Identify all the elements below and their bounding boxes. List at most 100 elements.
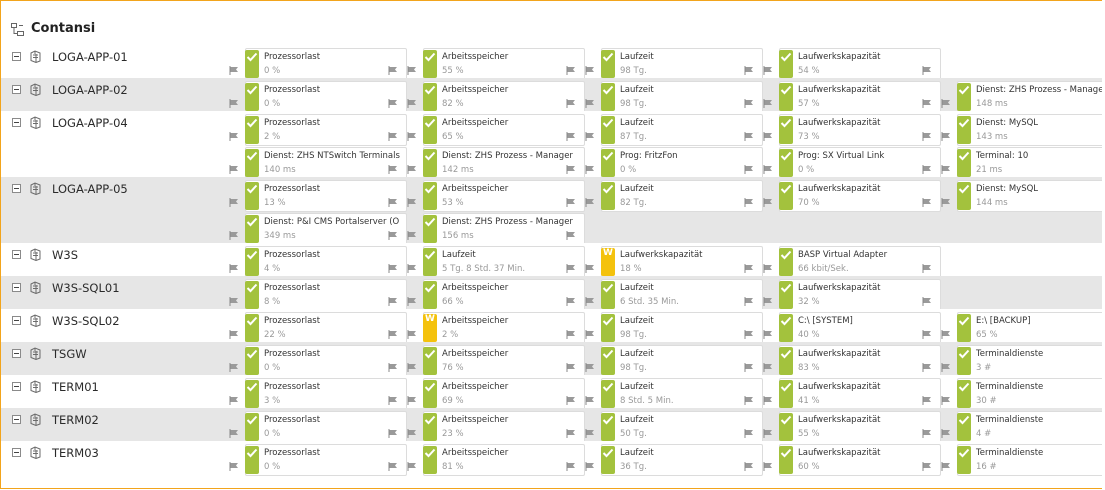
flag-icon[interactable] xyxy=(229,462,239,471)
flag-icon[interactable] xyxy=(941,99,951,108)
flag-icon[interactable] xyxy=(388,363,398,372)
sensor-name[interactable]: Dienst: ZHS Prozess - Manager xyxy=(442,151,573,161)
sensor-tile[interactable]: Laufwerkskapazität 41 % xyxy=(763,378,941,410)
sensor-card[interactable]: Prozessorlast 4 % xyxy=(245,246,407,278)
sensor-name[interactable]: Laufwerkskapazität xyxy=(798,382,881,392)
flag-icon[interactable] xyxy=(407,165,417,174)
sensor-name[interactable]: Arbeitsspeicher xyxy=(442,316,508,326)
sensor-tile[interactable]: Arbeitsspeicher 81 % xyxy=(407,444,585,476)
flag-icon[interactable] xyxy=(566,99,576,108)
flag-icon[interactable] xyxy=(941,165,951,174)
sensor-tile[interactable]: Dienst: ZHS Prozess - Manager 148 ms xyxy=(941,81,1102,113)
flag-icon[interactable] xyxy=(922,429,932,438)
flag-icon[interactable] xyxy=(407,330,417,339)
host-row[interactable]: LOGA-APP-05 Prozessorlast 13 % Arbeitsspeic… xyxy=(1,177,1102,245)
sensor-name[interactable]: Prozessorlast xyxy=(264,382,320,392)
sensor-tile[interactable]: C:\ [SYSTEM] 40 % xyxy=(763,312,941,344)
group-header[interactable]: Contansi xyxy=(1,1,1102,46)
flag-icon[interactable] xyxy=(566,462,576,471)
flag-icon[interactable] xyxy=(763,396,773,405)
sensor-tile[interactable]: Laufwerkskapazität 18 % W xyxy=(585,246,763,278)
sensor-name[interactable]: Prozessorlast xyxy=(264,118,320,128)
sensor-name[interactable]: Laufwerkskapazität xyxy=(620,250,703,260)
flag-icon[interactable] xyxy=(388,165,398,174)
sensor-tile[interactable]: Dienst: P&I CMS Portalserver (O 349 ms xyxy=(229,213,407,245)
sensor-card[interactable]: Laufwerkskapazität 73 % xyxy=(779,114,941,146)
sensor-name[interactable]: Arbeitsspeicher xyxy=(442,118,508,128)
sensor-card[interactable]: Arbeitsspeicher 53 % xyxy=(423,180,585,212)
sensor-name[interactable]: Prozessorlast xyxy=(264,52,320,62)
flag-icon[interactable] xyxy=(763,264,773,273)
sensor-name[interactable]: Laufwerkskapazität xyxy=(798,283,881,293)
host-row[interactable]: LOGA-APP-01 Prozessorlast 0 % Arbeitsspeich… xyxy=(1,45,1102,80)
sensor-tile[interactable]: Dienst: MySQL 143 ms xyxy=(941,114,1102,146)
host-name[interactable]: LOGA-APP-01 xyxy=(52,50,128,64)
flag-icon[interactable] xyxy=(407,429,417,438)
flag-icon[interactable] xyxy=(229,363,239,372)
flag-icon[interactable] xyxy=(922,363,932,372)
sensor-name[interactable]: Laufwerkskapazität xyxy=(798,349,881,359)
flag-icon[interactable] xyxy=(763,363,773,372)
sensor-name[interactable]: Arbeitsspeicher xyxy=(442,349,508,359)
sensor-card[interactable]: Laufwerkskapazität 54 % xyxy=(779,48,941,80)
sensor-tile[interactable]: Arbeitsspeicher 82 % xyxy=(407,81,585,113)
sensor-name[interactable]: Terminaldienste xyxy=(976,382,1043,392)
flag-icon[interactable] xyxy=(388,297,398,306)
sensor-name[interactable]: Laufzeit xyxy=(620,52,654,62)
sensor-card[interactable]: Laufwerkskapazität 60 % xyxy=(779,444,941,476)
sensor-name[interactable]: Laufzeit xyxy=(442,250,476,260)
flag-icon[interactable] xyxy=(566,264,576,273)
sensor-tile[interactable]: Laufwerkskapazität 55 % xyxy=(763,411,941,443)
flag-icon[interactable] xyxy=(585,198,595,207)
sensor-card[interactable]: Laufzeit 50 Tg. xyxy=(601,411,763,443)
flag-icon[interactable] xyxy=(229,396,239,405)
sensor-card[interactable]: Laufzeit 87 Tg. xyxy=(601,114,763,146)
sensor-tile[interactable]: Terminaldienste 3 # xyxy=(941,345,1102,377)
sensor-card[interactable]: Prozessorlast 0 % xyxy=(245,48,407,80)
sensor-card[interactable]: Prozessorlast 0 % xyxy=(245,81,407,113)
sensor-tile[interactable]: Arbeitsspeicher 66 % xyxy=(407,279,585,311)
sensor-card[interactable]: Laufwerkskapazität 41 % xyxy=(779,378,941,410)
flag-icon[interactable] xyxy=(941,429,951,438)
collapse-toggle-icon[interactable] xyxy=(12,448,21,457)
flag-icon[interactable] xyxy=(922,396,932,405)
flag-icon[interactable] xyxy=(407,297,417,306)
sensor-name[interactable]: Prozessorlast xyxy=(264,316,320,326)
sensor-tile[interactable]: Laufwerkskapazität 60 % xyxy=(763,444,941,476)
sensor-card[interactable]: Laufwerkskapazität 55 % xyxy=(779,411,941,443)
sensor-tile[interactable]: Prozessorlast 2 % xyxy=(229,114,407,146)
flag-icon[interactable] xyxy=(388,330,398,339)
sensor-tile[interactable]: Arbeitsspeicher 23 % xyxy=(407,411,585,443)
host-row[interactable]: W3S-SQL01 Prozessorlast 8 % Arbeitsspeicher… xyxy=(1,276,1102,311)
sensor-name[interactable]: Dienst: MySQL xyxy=(976,118,1038,128)
flag-icon[interactable] xyxy=(229,297,239,306)
sensor-card[interactable]: Arbeitsspeicher 66 % xyxy=(423,279,585,311)
sensor-tile[interactable]: Laufzeit 98 Tg. xyxy=(585,312,763,344)
flag-icon[interactable] xyxy=(922,132,932,141)
sensor-card[interactable]: Dienst: MySQL 143 ms xyxy=(957,114,1102,146)
flag-icon[interactable] xyxy=(229,165,239,174)
host-row[interactable]: TERM02 Prozessorlast 0 % Arbeitsspeicher 23 … xyxy=(1,408,1102,443)
flag-icon[interactable] xyxy=(585,165,595,174)
flag-icon[interactable] xyxy=(229,264,239,273)
sensor-name[interactable]: Laufzeit xyxy=(620,382,654,392)
sensor-tile[interactable]: Laufwerkskapazität 57 % xyxy=(763,81,941,113)
sensor-card[interactable]: Laufwerkskapazität 83 % xyxy=(779,345,941,377)
host-name[interactable]: TERM01 xyxy=(52,380,99,394)
sensor-card[interactable]: Prog: SX Virtual Link 0 % xyxy=(779,147,941,179)
sensor-card[interactable]: C:\ [SYSTEM] 40 % xyxy=(779,312,941,344)
sensor-tile[interactable]: Terminaldienste 16 # xyxy=(941,444,1102,476)
sensor-tile[interactable]: Terminal: 10 21 ms xyxy=(941,147,1102,179)
sensor-tile[interactable]: BASP Virtual Adapter 66 kbit/Sek. xyxy=(763,246,941,278)
flag-icon[interactable] xyxy=(566,132,576,141)
flag-icon[interactable] xyxy=(585,462,595,471)
sensor-card[interactable]: Prog: FritzFon 0 % xyxy=(601,147,763,179)
host-name[interactable]: W3S-SQL01 xyxy=(52,281,120,295)
sensor-card[interactable]: Prozessorlast 22 % xyxy=(245,312,407,344)
flag-icon[interactable] xyxy=(407,198,417,207)
sensor-tile[interactable]: Prozessorlast 8 % xyxy=(229,279,407,311)
host-row[interactable]: TERM03 Prozessorlast 0 % Arbeitsspeicher 81 … xyxy=(1,441,1102,476)
sensor-card[interactable]: Laufwerkskapazität 18 % xyxy=(601,246,763,278)
sensor-tile[interactable]: Prozessorlast 4 % xyxy=(229,246,407,278)
sensor-tile[interactable]: Arbeitsspeicher 65 % xyxy=(407,114,585,146)
